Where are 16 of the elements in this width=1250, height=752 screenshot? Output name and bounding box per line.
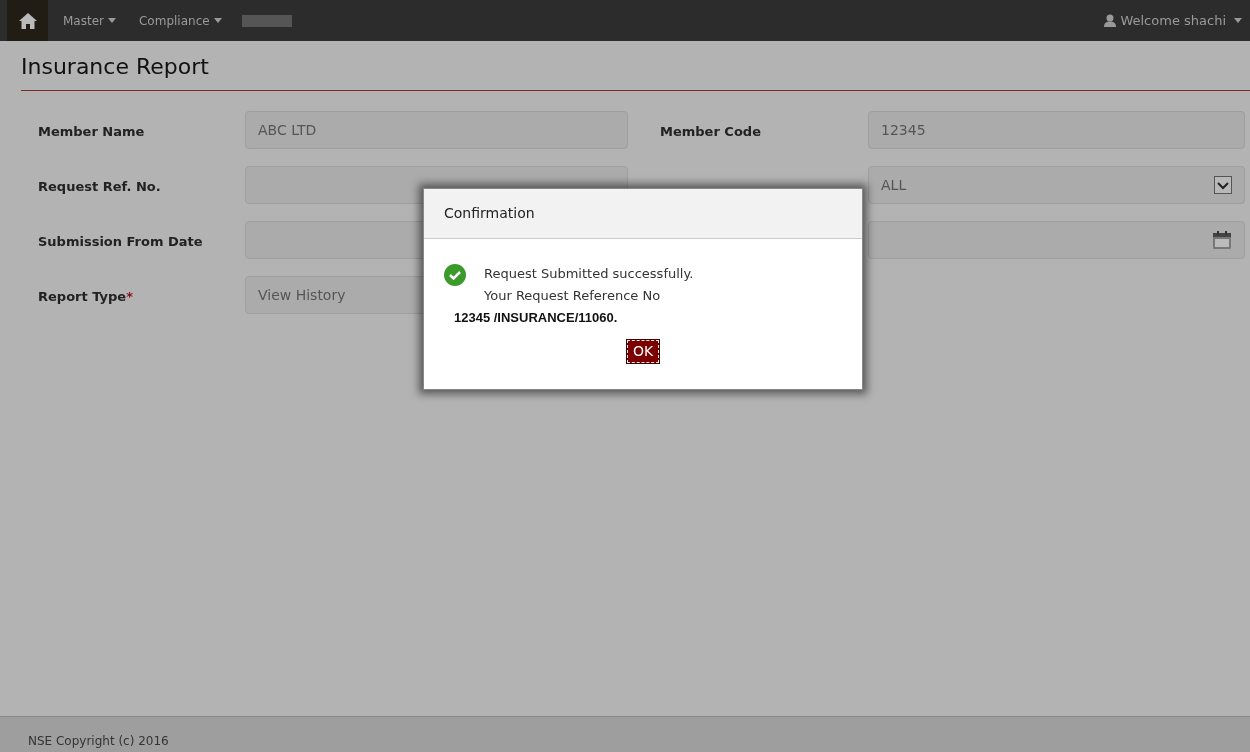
page-title: Insurance Report: [21, 56, 210, 81]
field-value: ABC LTD: [258, 120, 317, 140]
dialog-title: Confirmation: [444, 204, 535, 223]
field-label: Report Type: [38, 289, 127, 304]
field-value: 12345: [881, 120, 926, 140]
dialog-message: Your Request Reference No: [484, 287, 661, 305]
reference-number: 12345 /INSURANCE/11060.: [454, 309, 618, 327]
field-label: Member Name: [38, 124, 145, 139]
field-label: Member Code: [660, 124, 761, 139]
field-value: ALL: [881, 175, 907, 195]
required-mark: *: [126, 289, 133, 304]
field-value: View History: [258, 285, 346, 305]
dialog-message: Request Submitted successfully.: [484, 265, 694, 283]
field-label: Submission From Date: [38, 234, 203, 249]
field-label: Request Ref. No.: [38, 179, 161, 194]
copyright-text: NSE Copyright (c) 2016: [28, 733, 169, 750]
